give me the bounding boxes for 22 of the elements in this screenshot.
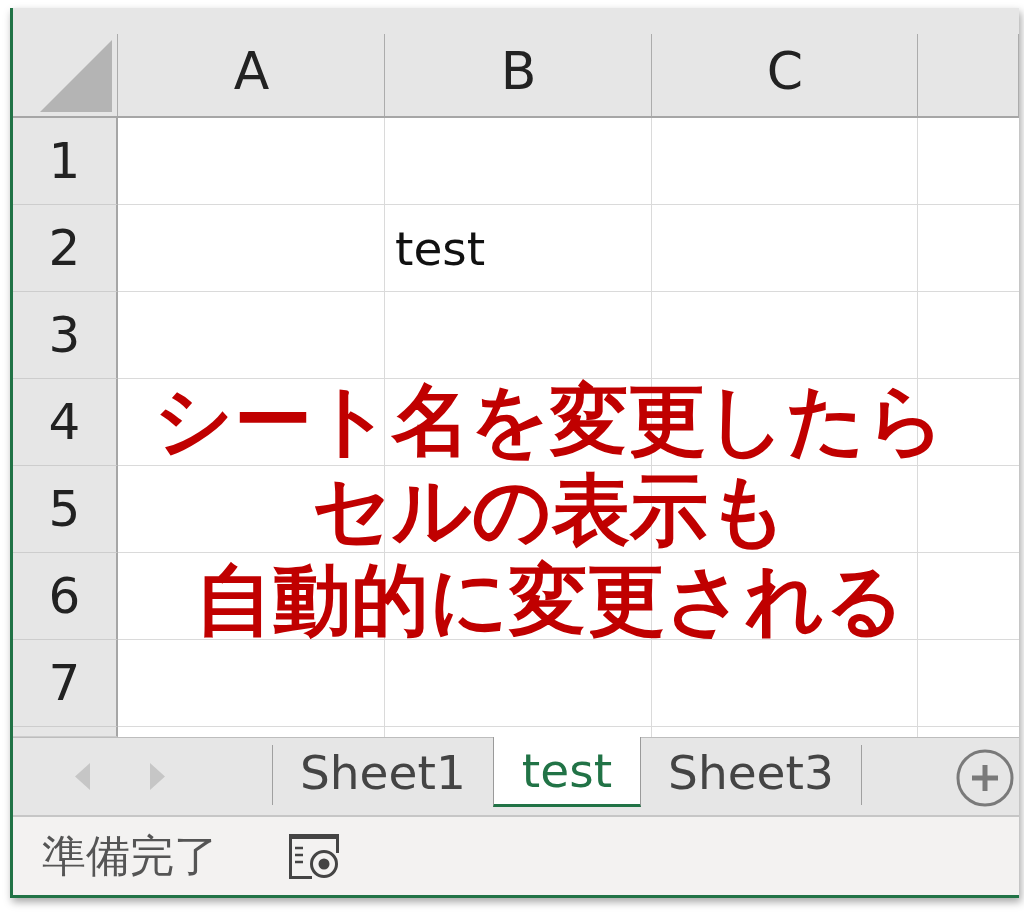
status-text: 準備完了: [42, 834, 218, 878]
select-all-button[interactable]: [13, 8, 118, 118]
column-header[interactable]: B: [385, 8, 652, 118]
row-header[interactable]: 6: [13, 553, 118, 640]
row-header[interactable]: 1: [13, 118, 118, 205]
row-header[interactable]: 5: [13, 466, 118, 553]
column-header[interactable]: C: [652, 8, 918, 118]
row-header[interactable]: [13, 727, 118, 737]
sheet-tab[interactable]: Sheet3: [641, 738, 861, 807]
row-header[interactable]: 3: [13, 292, 118, 379]
row-header[interactable]: 2: [13, 205, 118, 292]
sheet-tab[interactable]: test: [492, 737, 642, 807]
column-header[interactable]: A: [118, 8, 385, 118]
row-header[interactable]: 7: [13, 640, 118, 727]
record-icon[interactable]: [288, 833, 340, 879]
table-cell-text: test: [394, 220, 487, 278]
row-header[interactable]: 4: [13, 379, 118, 466]
column-header[interactable]: [918, 8, 1019, 118]
plus-circle-icon[interactable]: [956, 749, 1014, 807]
sheet-tab[interactable]: Sheet1: [273, 738, 493, 807]
triangle-icon: [40, 40, 112, 112]
annotation-text: シート名を変更したら セルの表示も 自動的に変更される: [154, 375, 946, 645]
